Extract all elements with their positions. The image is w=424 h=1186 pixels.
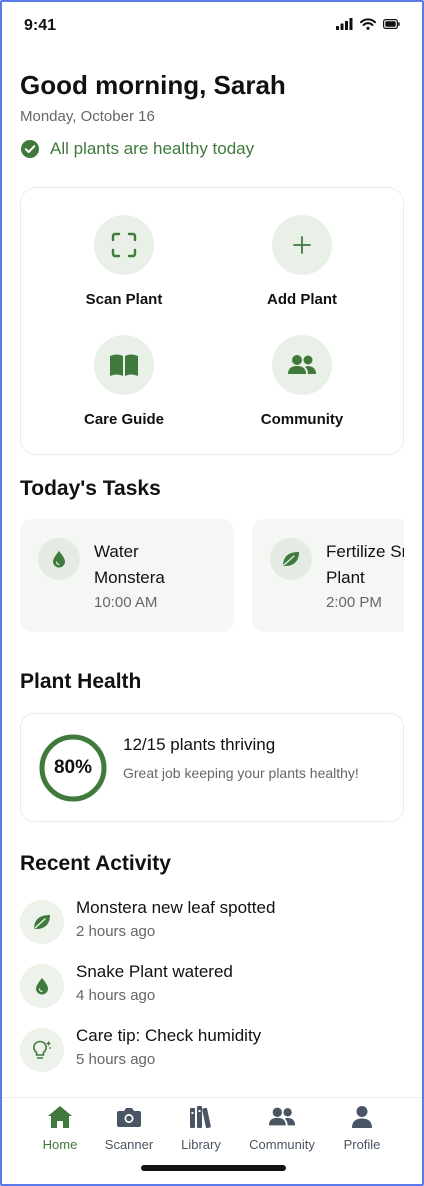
community-label: Community	[260, 411, 344, 428]
plant-health-card[interactable]: 80% 12/15 plants thriving Great job keep…	[20, 713, 404, 822]
tab-scanner-label: Scanner	[104, 1137, 154, 1152]
health-percent: 80%	[53, 757, 93, 778]
tab-profile[interactable]: Profile	[322, 1102, 402, 1152]
care-guide-icon-circle	[94, 335, 154, 395]
tab-home-label: Home	[42, 1137, 78, 1152]
health-status: All plants are healthy today	[20, 139, 254, 159]
health-message: Great job keeping your plants healthy!	[123, 765, 359, 781]
tab-library[interactable]: Library	[161, 1102, 241, 1152]
activity-title: Monstera new leaf spotted	[76, 898, 276, 917]
task-icon-circle	[38, 538, 80, 580]
care-guide-label: Care Guide	[83, 411, 165, 428]
tasks-carousel[interactable]: Water Monstera 10:00 AM Fertilize Snake …	[20, 519, 404, 633]
check-circle-icon	[21, 140, 39, 158]
status-bar: 9:41	[2, 2, 422, 50]
activity-item[interactable]: Snake Plant watered 4 hours ago	[20, 962, 404, 1014]
task-title: Water Monstera	[94, 542, 165, 587]
activity-item[interactable]: Care tip: Check humidity 5 hours ago	[20, 1026, 404, 1078]
tab-community[interactable]: Community	[242, 1102, 322, 1152]
tab-library-label: Library	[181, 1137, 221, 1152]
tab-home[interactable]: Home	[20, 1102, 100, 1152]
water-drop-icon	[36, 978, 48, 995]
activity-time: 4 hours ago	[76, 987, 156, 1004]
lightbulb-icon	[33, 1040, 51, 1059]
activity-title: Care tip: Check humidity	[76, 1026, 262, 1045]
quick-actions-card: Scan Plant Add Plant Care Guide Communit…	[20, 187, 404, 455]
community-action[interactable]: Community	[222, 335, 382, 428]
home-icon	[48, 1106, 72, 1128]
task-time: 2:00 PM	[326, 594, 382, 611]
tab-community-label: Community	[249, 1137, 315, 1152]
health-progress-ring: 80%	[38, 733, 108, 803]
status-icons	[336, 18, 400, 30]
add-plant-label: Add Plant	[267, 291, 337, 308]
people-icon	[268, 1107, 296, 1126]
scan-plant-label: Scan Plant	[85, 291, 163, 308]
tasks-section-title: Today's Tasks	[20, 477, 161, 500]
scan-icon	[111, 232, 137, 258]
add-plant-action[interactable]: Add Plant	[222, 215, 382, 308]
scan-plant-action[interactable]: Scan Plant	[44, 215, 204, 308]
recent-activity-section-title: Recent Activity	[20, 852, 171, 875]
wifi-icon	[360, 18, 376, 30]
care-guide-action[interactable]: Care Guide	[44, 335, 204, 428]
tab-scanner[interactable]: Scanner	[89, 1102, 169, 1152]
activity-time: 2 hours ago	[76, 923, 156, 940]
leaf-icon	[283, 552, 299, 566]
plus-icon	[293, 236, 311, 254]
activity-title: Snake Plant watered	[76, 962, 233, 981]
current-date: Monday, October 16	[20, 108, 155, 125]
battery-icon	[383, 19, 400, 29]
health-summary: 12/15 plants thriving	[123, 735, 276, 754]
book-icon	[110, 354, 138, 376]
activity-icon-circle	[20, 964, 64, 1008]
cellular-signal-icon	[336, 18, 353, 30]
plant-health-section-title: Plant Health	[20, 670, 142, 693]
profile-icon	[352, 1106, 372, 1128]
app-screen: 9:41 Good morning, Sarah Monday, October…	[0, 0, 424, 1186]
add-plant-icon-circle	[272, 215, 332, 275]
home-indicator[interactable]	[141, 1165, 286, 1171]
leaf-icon	[34, 915, 50, 929]
activity-icon-circle	[20, 900, 64, 944]
people-icon	[288, 355, 316, 374]
scan-plant-icon-circle	[94, 215, 154, 275]
water-drop-icon	[53, 551, 65, 568]
activity-item[interactable]: Monstera new leaf spotted 2 hours ago	[20, 898, 404, 950]
task-time: 10:00 AM	[94, 594, 158, 611]
library-icon	[190, 1106, 211, 1129]
status-time: 9:41	[24, 17, 57, 34]
task-card[interactable]: Water Monstera 10:00 AM	[20, 519, 234, 632]
community-icon-circle	[272, 335, 332, 395]
task-icon-circle	[270, 538, 312, 580]
camera-icon	[117, 1108, 141, 1127]
greeting-title: Good morning, Sarah	[20, 70, 286, 100]
task-card[interactable]: Fertilize Snake Plant 2:00 PM	[252, 519, 404, 632]
task-title: Fertilize Snake Plant	[326, 542, 404, 587]
activity-icon-circle	[20, 1028, 64, 1072]
activity-time: 5 hours ago	[76, 1051, 156, 1068]
bottom-tab-bar: Home Scanner Library Community Profile	[2, 1097, 422, 1184]
health-status-text: All plants are healthy today	[50, 139, 255, 158]
tab-profile-label: Profile	[343, 1137, 381, 1152]
